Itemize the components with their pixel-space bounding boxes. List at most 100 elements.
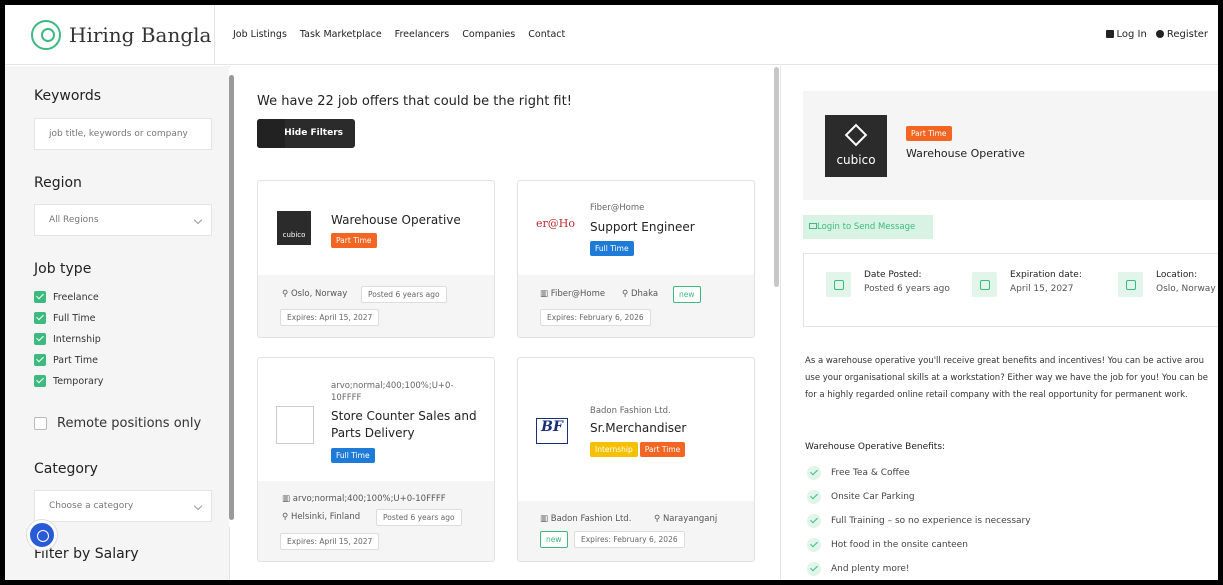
checkbox-checked-icon — [34, 291, 46, 303]
category-select[interactable]: Choose a category — [34, 490, 212, 522]
job-company-meta: ▥ Badon Fashion Ltd. — [540, 514, 632, 524]
hide-filters-button[interactable]: Hide Filters — [257, 119, 355, 148]
job-type-label: Job type — [34, 261, 92, 277]
benefit-item: Full Training – so no experience is nece… — [807, 514, 1031, 528]
filters-sidebar: Keywords job title, keywords or company … — [5, 66, 230, 580]
benefit-item: Hot food in the onsite canteen — [807, 538, 968, 552]
auth-links: Log In Register — [1105, 29, 1208, 40]
company-logo: cubico — [825, 115, 887, 177]
site-logo[interactable]: Hiring Bangla — [31, 20, 211, 50]
checkbox-checked-icon — [34, 333, 46, 345]
job-type-badge: Part Time — [639, 442, 686, 457]
job-title[interactable]: Store Counter Sales and Parts Delivery — [331, 408, 481, 442]
company-logo-placeholder — [276, 406, 314, 444]
scrollbar-thumb[interactable] — [229, 75, 234, 520]
brand-name: Hiring Bangla — [69, 23, 212, 47]
job-description: As a warehouse operative you'll receive … — [805, 356, 1208, 400]
detail-header: cubico Part Time Warehouse Operative — [803, 91, 1218, 200]
job-type-internship[interactable]: Internship — [34, 333, 101, 345]
expires-pill: Expires: April 15, 2027 — [280, 309, 380, 326]
job-title[interactable]: Sr.Merchandiser — [590, 420, 686, 437]
header-divider — [214, 5, 215, 65]
plus-circle-icon — [1155, 30, 1164, 38]
salary-filter-label: Filter by Salary — [34, 546, 139, 562]
job-type-temporary[interactable]: Temporary — [34, 375, 103, 387]
remote-only-checkbox[interactable]: Remote positions only — [34, 416, 201, 431]
login-link[interactable]: Log In — [1105, 29, 1147, 40]
job-type-freelance[interactable]: Freelance — [34, 291, 99, 303]
new-badge: new — [540, 531, 568, 548]
listing-scrollbar[interactable] — [774, 67, 779, 287]
envelope-icon — [809, 223, 817, 229]
checkbox-checked-icon — [34, 354, 46, 366]
check-icon — [807, 490, 821, 504]
job-title[interactable]: Support Engineer — [590, 219, 695, 236]
login-to-message-button[interactable]: Login to Send Message — [803, 215, 933, 239]
job-card[interactable]: cubico Warehouse Operative Part Time ⚲ O… — [257, 180, 495, 338]
lock-icon — [1105, 30, 1114, 38]
top-header: Hiring Bangla Job Listings Task Marketpl… — [5, 5, 1218, 65]
nav-contact[interactable]: Contact — [528, 29, 565, 40]
company-name: arvo;normal;400;100%;U+0-10FFFF — [331, 381, 454, 403]
job-title[interactable]: Warehouse Operative — [331, 212, 461, 229]
chevron-down-icon — [193, 501, 203, 511]
check-icon — [807, 466, 821, 480]
check-icon — [807, 514, 821, 528]
card-footer: ▥ Fiber@Home ⚲ Dhaka new Expires: Februa… — [518, 275, 754, 337]
company-name: Fiber@Home — [590, 203, 645, 213]
toggle-icon — [257, 119, 285, 148]
job-location: ⚲ Dhaka — [622, 289, 659, 299]
cookie-settings-icon[interactable] — [27, 520, 57, 550]
company-name: Badon Fashion Ltd. — [590, 406, 671, 416]
region-select[interactable]: All Regions — [34, 204, 212, 236]
benefit-item: Free Tea & Coffee — [807, 466, 910, 480]
sidebar-scrollbar[interactable] — [229, 67, 234, 527]
job-location: ⚲ Helsinki, Finland — [282, 512, 361, 522]
company-logo: BF — [536, 418, 568, 444]
expires-pill: Expires: February 6, 2026 — [540, 309, 651, 326]
posted-pill: Posted 6 years ago — [376, 509, 462, 526]
job-location: ⚲ Oslo, Norway — [282, 289, 348, 299]
chevron-down-icon — [193, 215, 203, 225]
company-logo: cubico — [277, 211, 311, 245]
results-title: We have 22 job offers that could be the … — [257, 94, 572, 109]
keywords-label: Keywords — [34, 88, 102, 104]
job-type-part-time[interactable]: Part Time — [34, 354, 98, 366]
card-footer: ▥ arvo;normal;400;100%;U+0-10FFFF ⚲ Hels… — [258, 481, 494, 561]
register-link[interactable]: Register — [1155, 29, 1208, 40]
nav-task-marketplace[interactable]: Task Marketplace — [300, 29, 382, 40]
checkbox-empty-icon — [34, 417, 47, 430]
check-icon — [807, 562, 821, 576]
checkbox-checked-icon — [34, 312, 46, 324]
checkbox-checked-icon — [34, 375, 46, 387]
job-card[interactable]: er@Ho Fiber@Home Support Engineer Full T… — [517, 180, 755, 338]
job-overview-box: Date Posted: Posted 6 years ago Expirati… — [803, 253, 1218, 327]
job-location: ⚲ Narayanganj — [654, 514, 718, 524]
job-type-badge: Part Time — [906, 126, 952, 141]
calendar-icon — [826, 272, 851, 297]
job-listing-panel: We have 22 job offers that could be the … — [235, 66, 775, 580]
nav-job-listings[interactable]: Job Listings — [233, 29, 287, 40]
benefits-title: Warehouse Operative Benefits: — [805, 442, 946, 452]
main-nav: Job Listings Task Marketplace Freelancer… — [233, 29, 565, 40]
category-select-value: Choose a category — [49, 501, 134, 511]
expires-pill: Expires: February 6, 2026 — [574, 531, 685, 548]
check-icon — [807, 538, 821, 552]
job-type-badge: Full Time — [590, 241, 634, 256]
job-type-badge: Internship — [590, 442, 638, 457]
expires-pill: Expires: April 15, 2027 — [280, 533, 380, 550]
job-card[interactable]: arvo;normal;400;100%;U+0-10FFFF Store Co… — [257, 357, 495, 562]
cubico-mark-icon — [844, 123, 868, 147]
job-detail-panel: cubico Part Time Warehouse Operative Log… — [780, 66, 1218, 580]
keywords-input[interactable]: job title, keywords or company — [34, 118, 212, 150]
nav-companies[interactable]: Companies — [462, 29, 515, 40]
category-label: Category — [34, 461, 98, 477]
job-type-badge: Full Time — [331, 448, 375, 463]
job-card[interactable]: BF Badon Fashion Ltd. Sr.Merchandiser In… — [517, 357, 755, 562]
region-select-value: All Regions — [49, 215, 99, 225]
job-type-badge: Part Time — [331, 233, 377, 248]
card-footer: ⚲ Oslo, Norway Posted 6 years ago Expire… — [258, 275, 494, 337]
posted-pill: Posted 6 years ago — [361, 286, 447, 303]
job-type-full-time[interactable]: Full Time — [34, 312, 96, 324]
nav-freelancers[interactable]: Freelancers — [395, 29, 450, 40]
